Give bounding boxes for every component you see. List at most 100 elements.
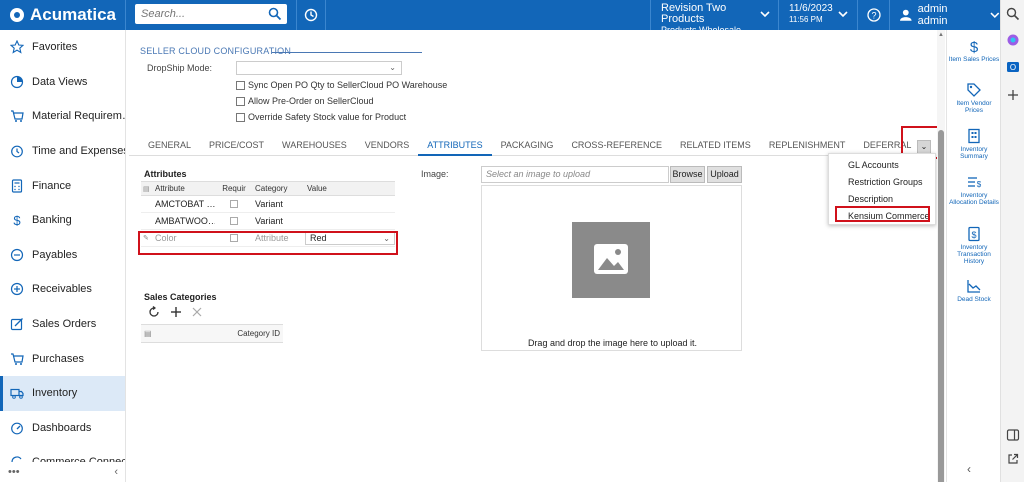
sidebar-item-favorites[interactable]: Favorites [0, 30, 125, 65]
sidebar-item-purchases[interactable]: Purchases [0, 341, 125, 376]
line-chart-icon [967, 280, 981, 293]
highlight-box [835, 206, 930, 222]
panel-item-label: Item Sales Prices [948, 56, 1000, 63]
attribute-cell[interactable]: AMCTOBAT … [153, 199, 215, 209]
svg-text:$: $ [971, 230, 976, 240]
sync-open-po-checkbox-row[interactable]: Sync Open PO Qty to SellerCloud PO Wareh… [236, 80, 447, 90]
sidebar-item-receivables[interactable]: Receivables [0, 272, 125, 307]
sidebar-item-material-requirem[interactable]: Material Requirem… [0, 99, 125, 134]
panel-item-inventory-allocation-details[interactable]: $ Inventory Allocation Details [947, 174, 1001, 206]
required-checkbox[interactable] [230, 200, 238, 208]
upload-button[interactable]: Upload [707, 166, 742, 183]
sidebar-item-label: Dashboards [32, 421, 92, 434]
tab-packaging[interactable]: PACKAGING [492, 134, 563, 156]
category-cell[interactable]: Variant [253, 216, 305, 226]
copilot-icon[interactable] [1006, 33, 1020, 47]
override-safety-stock-checkbox[interactable] [236, 112, 245, 122]
required-cell[interactable] [215, 217, 253, 225]
column-header-attribute[interactable]: Attribute [153, 184, 215, 193]
tab-vendors[interactable]: VENDORS [356, 134, 419, 156]
tab-price-cost[interactable]: PRICE/COST [200, 134, 273, 156]
sidebar-item-sales-orders[interactable]: Sales Orders [0, 307, 125, 342]
menu-item-gl-accounts[interactable]: GL Accounts [829, 157, 935, 174]
collapse-panel-button[interactable]: ‹ [967, 462, 971, 476]
tab-warehouses[interactable]: WAREHOUSES [273, 134, 356, 156]
svg-text:O: O [1010, 63, 1016, 72]
checkbox-label: Sync Open PO Qty to SellerCloud PO Wareh… [248, 80, 448, 90]
panel-item-inventory-summary[interactable]: Inventory Summary [947, 128, 1001, 160]
search-input[interactable] [141, 8, 261, 20]
column-header-category[interactable]: Category [253, 184, 305, 193]
required-cell[interactable] [215, 200, 253, 208]
image-drop-zone[interactable]: Drag and drop the image here to upload i… [481, 185, 742, 351]
delete-icon[interactable] [192, 307, 202, 317]
external-link-icon[interactable] [1006, 452, 1020, 466]
history-icon [304, 8, 318, 22]
tab-attributes[interactable]: ATTRIBUTES [418, 134, 492, 156]
date-selector[interactable]: 11/6/2023 11:56 PM [778, 0, 854, 30]
user-menu[interactable]: admin admin [889, 0, 1000, 30]
panel-item-inventory-transaction-history[interactable]: $ Inventory Transaction History [947, 226, 1001, 265]
dollar-icon: $ [10, 213, 24, 228]
column-header-category-id[interactable]: Category ID [237, 329, 280, 338]
add-icon[interactable] [170, 306, 182, 318]
tab-cross-reference[interactable]: CROSS-REFERENCE [562, 134, 671, 156]
plus-icon[interactable] [1006, 88, 1020, 102]
required-checkbox[interactable] [230, 217, 238, 225]
override-safety-stock-checkbox-row[interactable]: Override Safety Stock value for Product [236, 112, 406, 122]
attribute-cell[interactable]: AMBATWOO… [153, 216, 215, 226]
panel-item-dead-stock[interactable]: Dead Stock [947, 278, 1001, 303]
sidebar-item-data-views[interactable]: Data Views [0, 65, 125, 100]
column-header-required[interactable]: Requir [215, 184, 253, 193]
tag-icon [967, 83, 981, 97]
chevron-down-icon [838, 11, 848, 18]
table-row[interactable]: AMCTOBAT … Variant [141, 196, 395, 213]
menu-item-restriction-groups[interactable]: Restriction Groups [829, 174, 935, 191]
image-file-input[interactable]: Select an image to upload [481, 166, 669, 183]
sidebar-item-payables[interactable]: Payables [0, 238, 125, 273]
search-box[interactable] [135, 4, 287, 24]
app-logo[interactable]: Acumatica [0, 0, 126, 30]
tab-related-items[interactable]: RELATED ITEMS [671, 134, 760, 156]
dropship-mode-select[interactable]: ⌄ [236, 61, 402, 75]
more-icon[interactable]: ••• [8, 466, 20, 478]
table-row[interactable]: AMBATWOO… Variant [141, 213, 395, 230]
image-label: Image: [421, 169, 449, 179]
sidebar-item-label: Banking [32, 214, 72, 227]
checkbox-label: Override Safety Stock value for Product [248, 112, 407, 122]
sync-open-po-checkbox[interactable] [236, 80, 245, 90]
pie-chart-icon [10, 75, 24, 89]
sidebar-item-time-and-expenses[interactable]: Time and Expenses [0, 134, 125, 169]
allow-preorder-checkbox-row[interactable]: Allow Pre-Order on SellerCloud [236, 96, 374, 106]
sidebar-item-banking[interactable]: $ Banking [0, 203, 125, 238]
scroll-up-arrow[interactable]: ▲ [937, 32, 945, 38]
grid-settings-icon[interactable]: ▤ [144, 329, 152, 338]
sidebar-item-finance[interactable]: Finance [0, 168, 125, 203]
vertical-scrollbar[interactable]: ▲ ▼ [937, 30, 945, 482]
browser-side-strip: O [1000, 0, 1024, 482]
sidebar-item-dashboards[interactable]: Dashboards [0, 411, 125, 446]
collapse-sidebar-icon[interactable]: ‹ [114, 466, 118, 478]
scrollbar-thumb[interactable] [938, 130, 944, 482]
panel-item-item-vendor-prices[interactable]: Item Vendor Prices [947, 82, 1001, 114]
panel-item-item-sales-prices[interactable]: $ Item Sales Prices [947, 38, 1001, 63]
help-button[interactable]: ? [857, 0, 889, 30]
search-icon[interactable] [1006, 7, 1020, 21]
sales-categories-toolbar [148, 306, 202, 318]
allow-preorder-checkbox[interactable] [236, 96, 245, 106]
outlook-icon[interactable]: O [1006, 60, 1020, 74]
search-icon[interactable] [268, 7, 282, 21]
column-header-value[interactable]: Value [305, 184, 395, 193]
tab-general[interactable]: GENERAL [139, 134, 200, 156]
sidebar-item-inventory[interactable]: Inventory [0, 375, 125, 411]
grid-settings-icon[interactable]: ▤ [141, 185, 153, 193]
top-bar: Acumatica Revision Two Products Products… [0, 0, 1000, 35]
history-button[interactable] [296, 0, 326, 30]
browse-button[interactable]: Browse [670, 166, 705, 183]
acumatica-logo-icon [10, 8, 24, 22]
sidebar-toggle-icon[interactable] [1006, 428, 1020, 442]
company-selector[interactable]: Revision Two Products Products Wholesale [650, 0, 778, 35]
refresh-icon[interactable] [148, 306, 160, 318]
category-cell[interactable]: Variant [253, 199, 305, 209]
sidebar-item-label: Receivables [32, 283, 92, 296]
